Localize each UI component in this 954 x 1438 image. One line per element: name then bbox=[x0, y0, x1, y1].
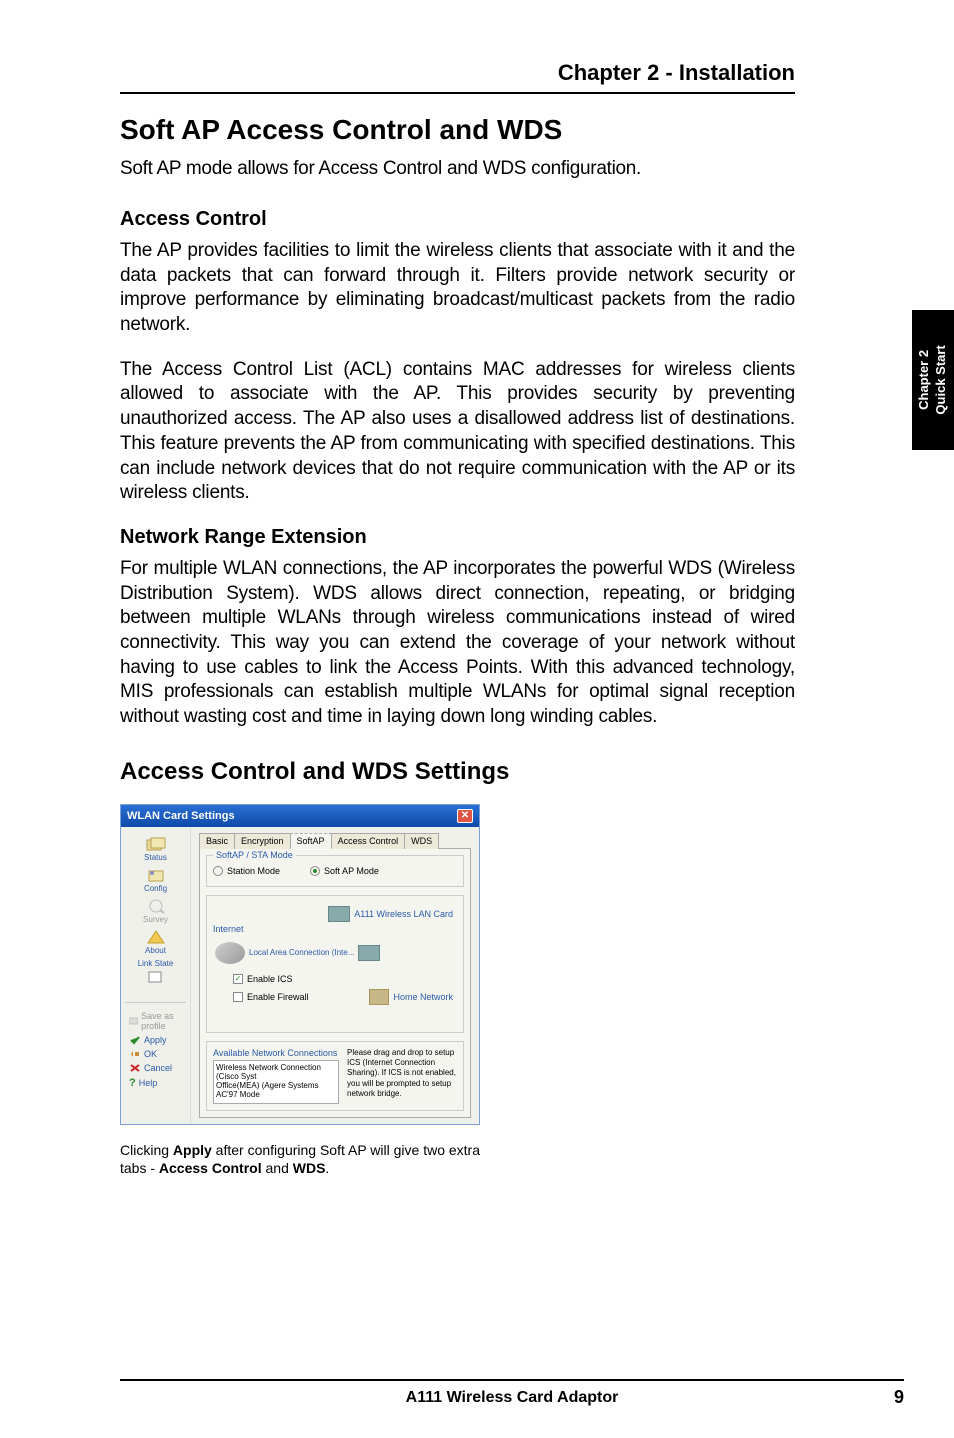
screenshot-caption: Clicking Apply after configuring Soft AP… bbox=[120, 1141, 480, 1177]
radio-softap-mode[interactable]: Soft AP Mode bbox=[310, 866, 379, 876]
about-icon bbox=[145, 928, 167, 946]
wlan-card-icon bbox=[328, 906, 350, 922]
tab-basic[interactable]: Basic bbox=[199, 833, 235, 849]
internet-label: Internet bbox=[213, 924, 244, 934]
tab-access-control[interactable]: Access Control bbox=[331, 833, 406, 849]
sidebar-label: OK bbox=[144, 1049, 157, 1059]
side-tab: Chapter 2 Quick Start bbox=[912, 310, 954, 450]
radio-station-mode[interactable]: Station Mode bbox=[213, 866, 280, 876]
sidebar-item-config[interactable]: Config bbox=[125, 866, 186, 893]
sidebar-ok[interactable]: OK bbox=[125, 1049, 186, 1059]
checkbox-label: Enable ICS bbox=[247, 974, 293, 984]
section-heading-network-range: Network Range Extension bbox=[120, 526, 795, 549]
checkbox-label: Enable Firewall bbox=[247, 992, 309, 1002]
checkbox-icon: ✓ bbox=[233, 974, 243, 984]
sidebar-label: About bbox=[145, 946, 166, 955]
mode-legend: SoftAP / STA Mode bbox=[213, 850, 296, 860]
checkbox-enable-firewall[interactable]: Enable Firewall bbox=[233, 992, 309, 1002]
sidebar-label: Status bbox=[144, 853, 167, 862]
sidebar-label: Help bbox=[139, 1078, 158, 1088]
globe-icon bbox=[215, 942, 245, 964]
wlan-settings-window: WLAN Card Settings ✕ Status Config bbox=[120, 804, 480, 1125]
sidebar-label: Apply bbox=[144, 1035, 167, 1045]
close-icon: ✕ bbox=[461, 810, 469, 821]
section-heading-access-control: Access Control bbox=[120, 208, 795, 231]
sidebar-help[interactable]: ? Help bbox=[125, 1077, 186, 1089]
home-network-label: Home Network bbox=[393, 992, 453, 1002]
radio-label: Station Mode bbox=[227, 866, 280, 876]
tab-softap[interactable]: SoftAP bbox=[290, 833, 332, 849]
list-item[interactable]: Office(MEA) (Agere Systems AC'97 Mode bbox=[216, 1081, 336, 1099]
settings-heading: Access Control and WDS Settings bbox=[120, 758, 795, 786]
tab-bar: Basic Encryption SoftAP Access Control W… bbox=[199, 833, 471, 849]
sidebar-label: Cancel bbox=[144, 1063, 172, 1073]
local-conn-label: Local Area Connection (Inte... bbox=[249, 948, 354, 957]
page-footer: A111 Wireless Card Adaptor 9 bbox=[120, 1379, 904, 1408]
survey-icon bbox=[145, 897, 167, 915]
sidebar-save-profile: Save as profile bbox=[125, 1011, 186, 1031]
side-tab-line2: Quick Start bbox=[933, 345, 948, 414]
sidebar-item-about[interactable]: About bbox=[125, 928, 186, 955]
adapter-icon bbox=[358, 945, 380, 961]
tab-encryption[interactable]: Encryption bbox=[234, 833, 291, 849]
sidebar-label: Link State bbox=[138, 959, 174, 968]
checkbox-icon bbox=[233, 992, 243, 1002]
linkstate-icon bbox=[145, 968, 167, 986]
page-title: Soft AP Access Control and WDS bbox=[120, 114, 795, 146]
checkbox-enable-ics[interactable]: ✓ Enable ICS bbox=[233, 974, 457, 984]
access-control-p1: The AP provides facilities to limit the … bbox=[120, 239, 795, 338]
sidebar-item-survey: Survey bbox=[125, 897, 186, 924]
available-connections: Available Network Connections Wireless N… bbox=[206, 1041, 464, 1111]
sidebar-item-status[interactable]: Status bbox=[125, 835, 186, 862]
main-panel: Basic Encryption SoftAP Access Control W… bbox=[191, 827, 479, 1124]
side-tab-line1: Chapter 2 bbox=[916, 350, 931, 410]
sidebar-cancel[interactable]: Cancel bbox=[125, 1063, 186, 1073]
footer-title: A111 Wireless Card Adaptor bbox=[150, 1389, 874, 1407]
sidebar-item-linkstate[interactable]: Link State bbox=[125, 959, 186, 986]
available-label: Available Network Connections bbox=[213, 1048, 339, 1058]
available-description: Please drag and drop to setup ICS (Inter… bbox=[347, 1048, 457, 1104]
mode-fieldset: SoftAP / STA Mode Station Mode Soft AP M… bbox=[206, 855, 464, 887]
radio-icon bbox=[310, 866, 320, 876]
list-item[interactable]: Wireless Network Connection (Cisco Syst bbox=[216, 1063, 336, 1081]
help-icon: ? bbox=[129, 1077, 136, 1089]
diagram-fieldset: A111 Wireless LAN Card Internet Local Ar… bbox=[206, 895, 464, 1033]
config-icon bbox=[145, 866, 167, 884]
chapter-header: Chapter 2 - Installation bbox=[120, 60, 795, 94]
sidebar: Status Config Survey About bbox=[121, 827, 191, 1124]
radio-icon bbox=[213, 866, 223, 876]
close-button[interactable]: ✕ bbox=[457, 809, 473, 823]
tab-wds[interactable]: WDS bbox=[404, 833, 439, 849]
available-list[interactable]: Wireless Network Connection (Cisco Syst … bbox=[213, 1060, 339, 1104]
sidebar-label: Survey bbox=[143, 915, 168, 924]
wlan-card-label: A111 Wireless LAN Card bbox=[354, 909, 453, 919]
network-range-p1: For multiple WLAN connections, the AP in… bbox=[120, 557, 795, 730]
sidebar-label: Config bbox=[144, 884, 167, 893]
radio-label: Soft AP Mode bbox=[324, 866, 379, 876]
sidebar-apply[interactable]: Apply bbox=[125, 1035, 186, 1045]
access-control-p2: The Access Control List (ACL) contains M… bbox=[120, 358, 795, 506]
intro-paragraph: Soft AP mode allows for Access Control a… bbox=[120, 158, 795, 180]
sidebar-label: Save as profile bbox=[141, 1011, 186, 1031]
footer-page-number: 9 bbox=[874, 1387, 904, 1408]
status-icon bbox=[145, 835, 167, 853]
window-titlebar: WLAN Card Settings ✕ bbox=[121, 805, 479, 827]
home-network-icon bbox=[369, 989, 389, 1005]
window-title: WLAN Card Settings bbox=[127, 810, 235, 822]
